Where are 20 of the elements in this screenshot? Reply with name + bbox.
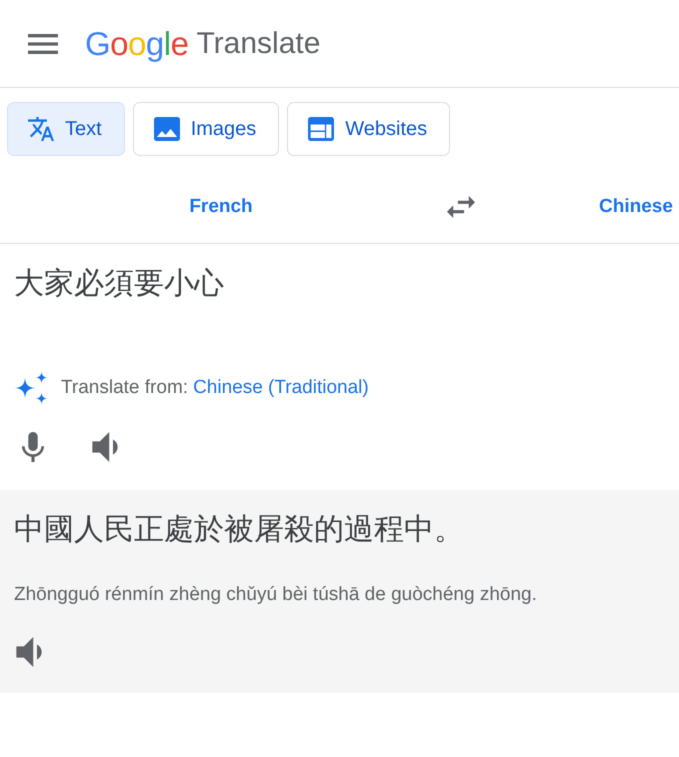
translation-text: 中國人民正處於被屠殺的過程中。: [14, 512, 465, 548]
detect-label: Translate from:: [61, 377, 188, 399]
product-name: Translate: [196, 28, 320, 58]
target-language-button[interactable]: Chinese: [599, 196, 673, 218]
romanization-text: Zhōngguó rénmín zhèng chǔyú bèi túshā de guòchéng zhōng.: [14, 583, 538, 607]
mode-tab[interactable]: Images: [132, 102, 280, 156]
translate-icon: [28, 117, 54, 141]
swap-arrows-icon[interactable]: [447, 196, 475, 218]
sparkle-icon: [14, 371, 48, 405]
mode-tab[interactable]: Websites: [287, 102, 450, 156]
menu-icon[interactable]: [28, 34, 58, 54]
web-page-icon: [308, 117, 334, 141]
brand-logo: Google: [85, 27, 188, 60]
speaker-icon[interactable]: [90, 432, 120, 462]
speaker-icon[interactable]: [14, 637, 44, 667]
image-icon: [154, 117, 180, 141]
source-text-input[interactable]: 大家必須要小心: [14, 264, 665, 304]
detected-language-link[interactable]: Chinese (Traditional): [193, 377, 369, 399]
mode-tab[interactable]: Text: [7, 102, 125, 156]
source-language-button[interactable]: French: [189, 196, 253, 218]
